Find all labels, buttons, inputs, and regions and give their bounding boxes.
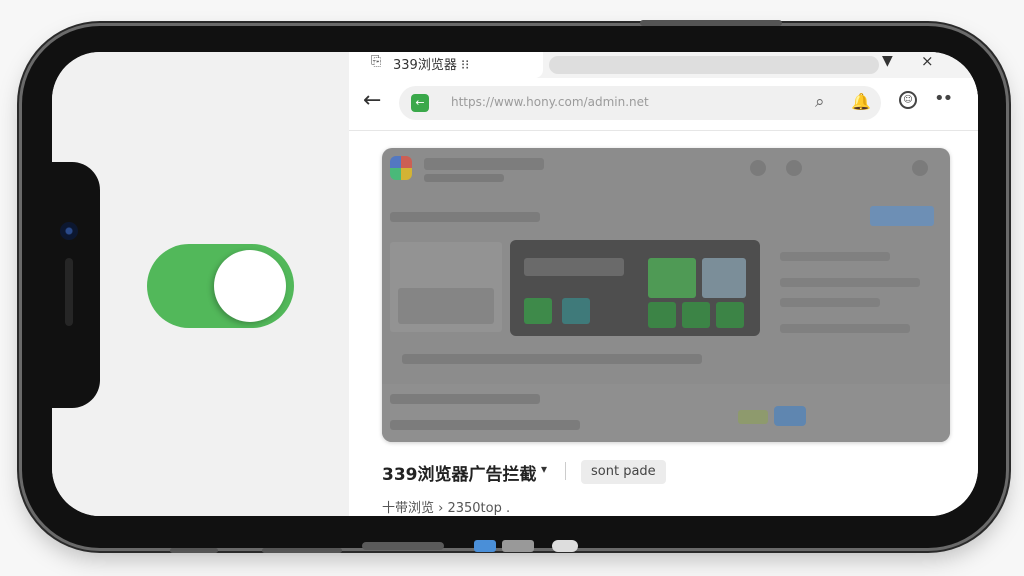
browser-window: ⎘ 339浏览器 ⁝⁝ ▼ × ← ← https://www.hony.com… [349, 52, 978, 516]
search-icon[interactable]: ⌕ [815, 92, 825, 112]
preview-blur-dot [750, 160, 766, 176]
preview-blur-button [774, 406, 806, 426]
preview-blur-button [870, 206, 934, 226]
preview-blur-dot [912, 160, 928, 176]
preview-logo-icon [390, 156, 412, 180]
bell-icon[interactable]: 🔔 [851, 92, 871, 111]
title-dropdown-icon[interactable]: ▾ [541, 462, 547, 476]
preview-blur-footer [382, 384, 950, 442]
speaker-grille [65, 258, 73, 326]
more-icon[interactable]: •• [934, 88, 953, 109]
meta-line: 十带浏览 › 2350top . [382, 501, 511, 516]
preview-blur-square [716, 302, 744, 328]
side-button-bottom-1 [170, 548, 218, 553]
page-title: 339浏览器广告拦截 [382, 465, 537, 485]
inactive-tab-area[interactable] [549, 56, 879, 74]
tag-chip[interactable]: sont pade [581, 460, 666, 484]
toggle-knob[interactable] [214, 250, 286, 322]
tab-strip: ⎘ 339浏览器 ⁝⁝ ▼ × [349, 52, 978, 78]
preview-blur-line [780, 252, 890, 261]
tab-close-icon[interactable]: × [921, 52, 934, 70]
background-blur-chip [474, 540, 496, 552]
preview-blur-line [402, 354, 702, 364]
tab-dropdown-icon[interactable]: ▼ [882, 53, 893, 69]
avatar-icon[interactable]: ☺ [899, 91, 917, 109]
preview-blur-dot [786, 160, 802, 176]
phone-notch [52, 162, 100, 408]
preview-blur-line [424, 174, 504, 182]
background-blur-bar [362, 542, 444, 550]
preview-blur-square [648, 302, 676, 328]
url-text[interactable]: https://www.hony.com/admin.net [451, 95, 649, 109]
side-button-bottom-2 [262, 548, 342, 553]
preview-blur-panel [390, 242, 502, 332]
preview-blur-line [780, 298, 880, 307]
back-arrow-icon[interactable]: ← [363, 88, 381, 113]
background-blur-chip [502, 540, 534, 552]
active-tab[interactable]: ⎘ 339浏览器 ⁝⁝ [349, 52, 543, 78]
preview-blur-line [780, 324, 910, 333]
preview-blur-line [424, 158, 544, 170]
preview-blur-block [398, 288, 494, 324]
secure-site-icon: ← [411, 94, 429, 112]
preview-blur-line [780, 278, 920, 287]
page-preview-image[interactable] [382, 148, 950, 442]
divider [565, 462, 566, 480]
background-blur-chip [552, 540, 578, 552]
tab-page-icon: ⎘ [371, 54, 382, 69]
preview-blur-line [390, 394, 540, 404]
phone-screen: ⎘ 339浏览器 ⁝⁝ ▼ × ← ← https://www.hony.com… [52, 52, 978, 516]
ad-block-toggle[interactable] [147, 244, 294, 328]
volume-button-top [640, 20, 782, 26]
preview-blur-button [738, 410, 768, 424]
preview-blur-square [524, 298, 552, 324]
preview-blur-line [524, 258, 624, 276]
preview-blur-square [562, 298, 590, 324]
preview-blur-card [510, 240, 760, 336]
preview-blur-line [390, 212, 540, 222]
preview-blur-square [648, 258, 696, 298]
preview-blur-line [390, 420, 580, 430]
preview-blur-square [682, 302, 710, 328]
tab-title: 339浏览器 ⁝⁝ [393, 58, 470, 73]
front-camera-icon [60, 222, 78, 240]
navigation-bar: ← ← https://www.hony.com/admin.net ⌕ 🔔 ☺… [349, 78, 978, 131]
address-bar[interactable]: ← https://www.hony.com/admin.net ⌕ 🔔 [399, 86, 881, 120]
preview-blur-square [702, 258, 746, 298]
